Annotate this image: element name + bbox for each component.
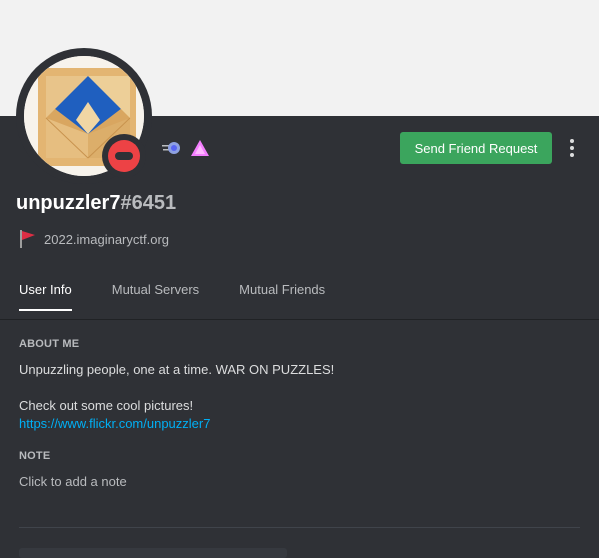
username-text: unpuzzler7 (16, 192, 121, 214)
about-me-heading: About Me (19, 338, 80, 350)
status-indicator (102, 134, 146, 178)
hypesquad-icon[interactable] (161, 138, 183, 158)
note-input[interactable]: Click to add a note (19, 474, 127, 489)
red-flag-icon (20, 230, 35, 248)
dnd-status-icon (108, 140, 140, 172)
more-options-icon[interactable] (560, 136, 584, 160)
custom-status: 2022.imaginaryctf.org (18, 229, 169, 249)
tab-mutual-friends[interactable]: Mutual Friends (239, 282, 325, 311)
badge-list (161, 138, 211, 158)
custom-status-text: 2022.imaginaryctf.org (44, 231, 170, 247)
about-me-line-1: Unpuzzling people, one at a time. WAR ON… (19, 362, 335, 377)
tab-user-info[interactable]: User Info (19, 282, 72, 311)
tabs-divider (0, 319, 599, 320)
username: unpuzzler7#6451 (16, 192, 176, 215)
flickr-link[interactable]: https://www.flickr.com/unpuzzler7 (19, 415, 210, 433)
profile-tabs: User Info Mutual Servers Mutual Friends (19, 282, 325, 311)
section-divider (19, 527, 580, 528)
triangle-badge-icon[interactable] (189, 138, 211, 158)
message-input-bar[interactable] (19, 548, 287, 558)
tab-mutual-servers[interactable]: Mutual Servers (112, 282, 199, 311)
about-me-line-2: Check out some cool pictures! (19, 398, 194, 413)
note-heading: Note (19, 450, 51, 462)
discriminator: #6451 (120, 192, 177, 214)
send-friend-request-button[interactable]: Send Friend Request (400, 132, 552, 164)
